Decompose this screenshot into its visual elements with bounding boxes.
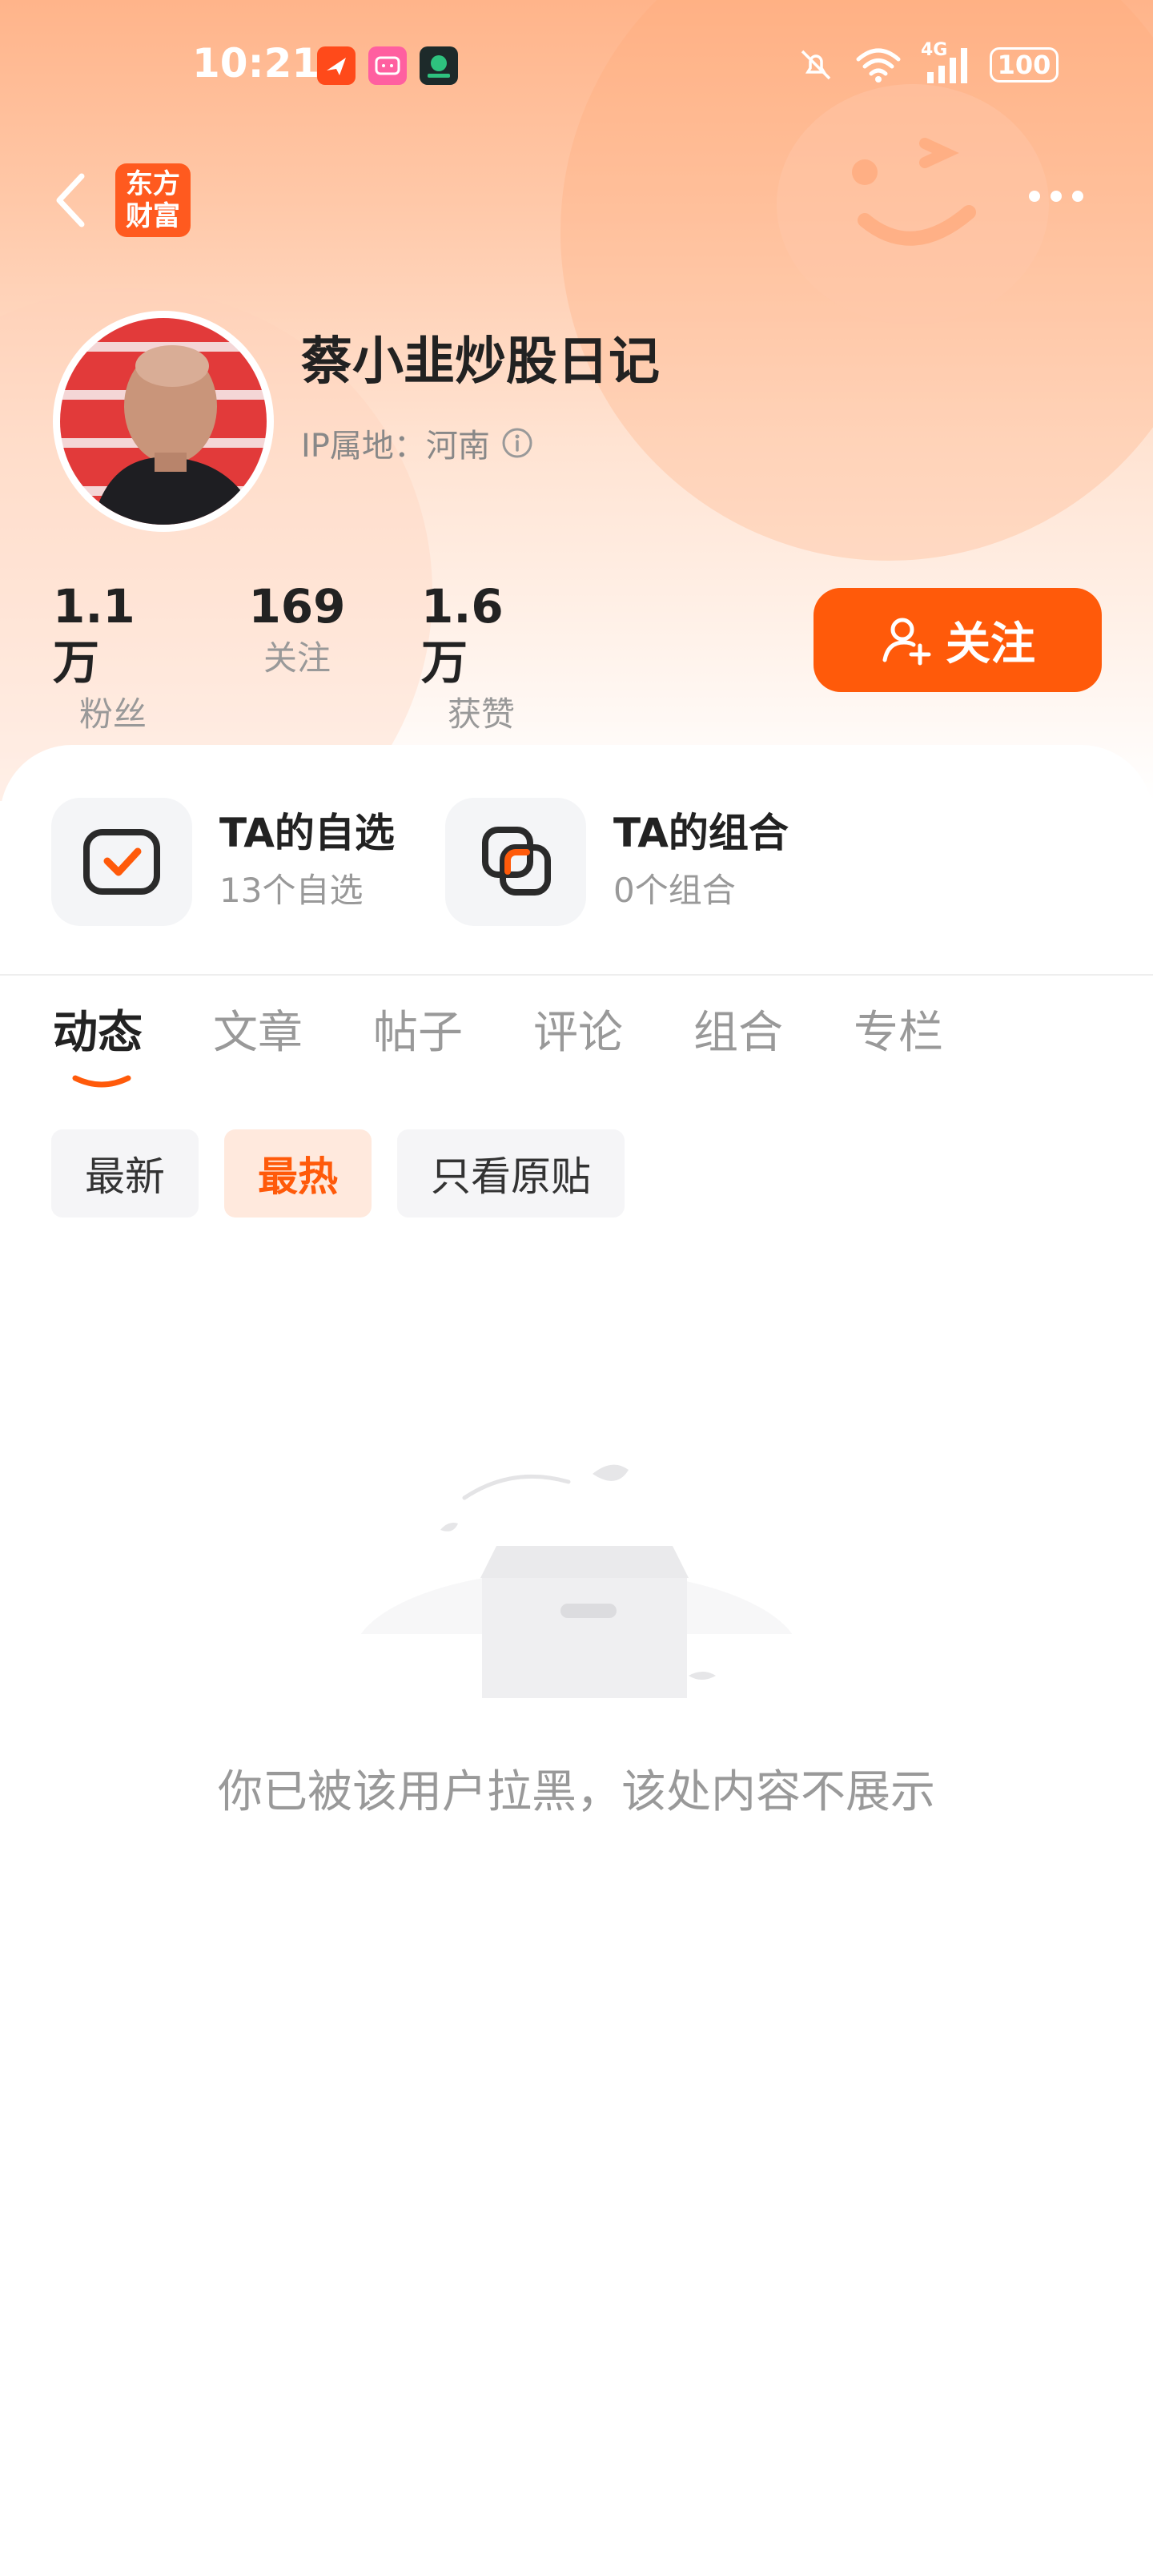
stat-label: 获赞 xyxy=(447,694,515,734)
filter-hottest[interactable]: 最热 xyxy=(224,1129,372,1218)
feature-portfolio[interactable]: TA的组合 0个组合 xyxy=(445,798,789,926)
tab-label: 专栏 xyxy=(854,1007,943,1059)
signal-icon: 4G xyxy=(921,40,972,85)
tab-dynamics[interactable]: 动态 xyxy=(53,1001,143,1088)
feature-subtitle: 0个组合 xyxy=(613,871,736,910)
filter-original-only[interactable]: 只看原贴 xyxy=(397,1129,625,1218)
avatar[interactable] xyxy=(53,311,274,532)
network-type: 4G xyxy=(921,40,948,60)
tab-columns[interactable]: 专栏 xyxy=(854,1001,943,1065)
tab-bar: 动态 文章 帖子 评论 组合 专栏 xyxy=(53,1001,1014,1088)
empty-state-message: 你已被该用户拉黑，该处内容不展示 xyxy=(218,1766,935,1818)
logo-line-2: 财富 xyxy=(126,200,180,232)
tab-posts[interactable]: 帖子 xyxy=(373,1001,463,1065)
tab-label: 帖子 xyxy=(373,1007,463,1059)
stat-value: 169 xyxy=(248,579,346,634)
feature-title: TA的自选 xyxy=(219,810,395,856)
stat-value: 1.1万 xyxy=(53,579,135,690)
divider xyxy=(0,974,1153,976)
stat-likes[interactable]: 1.6万 获赞 xyxy=(421,578,541,739)
tab-label: 文章 xyxy=(213,1007,303,1059)
ip-location-row: IP属地：河南 xyxy=(301,420,533,466)
info-icon[interactable] xyxy=(501,427,533,459)
tab-label: 动态 xyxy=(53,1007,143,1059)
stat-following[interactable]: 169 关注 xyxy=(237,578,357,739)
ip-location: IP属地：河南 xyxy=(301,428,490,465)
mute-bell-icon xyxy=(801,50,831,80)
wifi-icon xyxy=(856,48,901,83)
follow-button[interactable]: 关注 xyxy=(814,588,1102,692)
chevron-left-icon xyxy=(56,173,85,227)
empty-box-icon xyxy=(336,1394,817,1746)
stat-label: 粉丝 xyxy=(78,694,147,734)
add-user-icon xyxy=(882,618,931,666)
content-card: TA的自选 13个自选 TA的组合 0个组合 动态 文章 帖子 评论 组合 专栏 xyxy=(0,745,1153,2576)
username: 蔡小韭炒股日记 xyxy=(301,332,660,392)
watchlist-check-icon xyxy=(51,798,192,926)
stats-row: 1.1万 粉丝 169 关注 1.6万 获赞 xyxy=(53,578,541,739)
more-dots-icon[interactable] xyxy=(1029,191,1083,202)
tab-label: 组合 xyxy=(693,1007,783,1059)
status-time: 10:21 xyxy=(192,40,320,87)
tab-articles[interactable]: 文章 xyxy=(213,1001,303,1065)
stat-value: 1.6万 xyxy=(421,579,504,690)
app-logo[interactable]: 东方 财富 xyxy=(115,163,191,237)
app-bilibili-icon xyxy=(368,46,407,85)
logo-line-1: 东方 xyxy=(126,168,180,200)
filter-latest[interactable]: 最新 xyxy=(51,1129,199,1218)
tab-portfolios[interactable]: 组合 xyxy=(693,1001,783,1065)
tab-label: 评论 xyxy=(533,1007,623,1059)
app-football-icon xyxy=(420,46,458,85)
portfolio-icon xyxy=(445,798,586,926)
app-plane-icon xyxy=(317,46,356,85)
stat-label: 关注 xyxy=(263,638,331,678)
feature-watchlist[interactable]: TA的自选 13个自选 xyxy=(51,798,395,926)
battery-icon: 100 xyxy=(990,47,1059,83)
stat-fans[interactable]: 1.1万 粉丝 xyxy=(53,578,173,739)
back-button[interactable] xyxy=(48,168,96,232)
feature-subtitle: 13个自选 xyxy=(219,871,364,910)
status-bar: 10:21 4G 100 xyxy=(0,32,1153,96)
feature-title: TA的组合 xyxy=(613,810,789,856)
filter-chips: 最新 最热 只看原贴 xyxy=(51,1129,625,1218)
status-indicators: 4G 100 xyxy=(796,40,1059,85)
decor-smile-bubble xyxy=(777,84,1049,324)
tab-underline xyxy=(72,1075,131,1088)
follow-label: 关注 xyxy=(946,618,1035,670)
avatar-photo xyxy=(60,318,267,525)
tab-comments[interactable]: 评论 xyxy=(533,1001,623,1065)
